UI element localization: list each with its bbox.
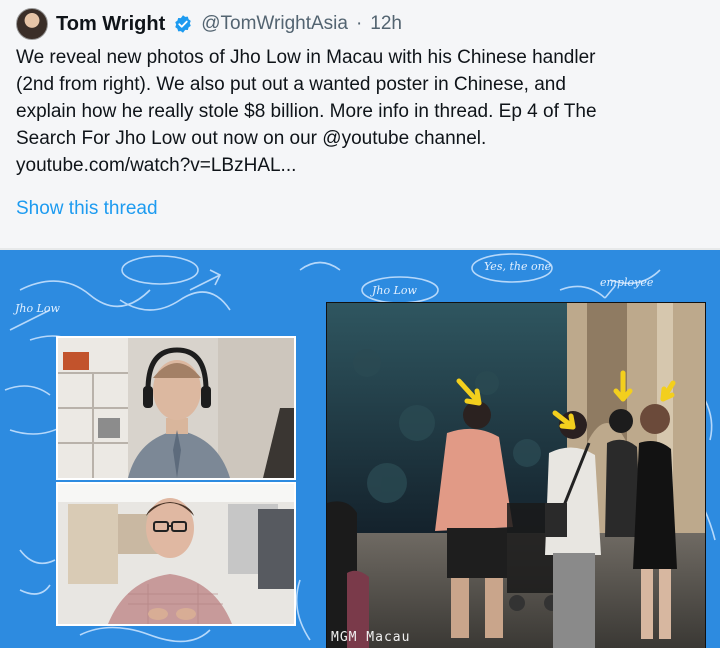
tweet-card[interactable]: Tom Wright @TomWrightAsia · 12h We revea… [0, 0, 720, 648]
tweet-text-line: explain how he really stole $8 billion. … [16, 101, 597, 122]
verified-badge-icon [175, 15, 191, 33]
show-thread-link[interactable]: Show this thread [16, 198, 158, 220]
author-avatar[interactable] [16, 8, 48, 40]
author-name[interactable]: Tom Wright [56, 13, 165, 36]
tweet-text-line: (2nd from right). We also put out a want… [16, 74, 566, 95]
video-call-participant-2 [56, 482, 296, 626]
tweet-link[interactable]: youtube.com/watch?v=LBzHAL... [16, 152, 706, 179]
tweet-text: We reveal new photos of Jho Low in Macau… [16, 44, 706, 179]
video-call-participant-1 [56, 336, 296, 480]
scribble-label: employee [600, 276, 654, 289]
macau-photo: MGM Macau [326, 302, 706, 648]
tweet-text-line: Search For Jho Low out now on our @youtu… [16, 128, 487, 149]
author-handle[interactable]: @TomWrightAsia [201, 13, 348, 35]
scribble-label: Jho Low [13, 302, 61, 315]
photo-watermark: MGM Macau [331, 630, 411, 645]
scribble-label: Yes, the one [484, 260, 552, 273]
scribble-label: Jho Low [370, 284, 418, 297]
tweet-text-line: We reveal new photos of Jho Low in Macau… [16, 47, 596, 68]
separator-dot: · [355, 13, 363, 34]
tweet-header: Tom Wright @TomWrightAsia · 12h [16, 8, 402, 40]
tweet-timestamp[interactable]: 12h [370, 13, 402, 35]
tweet-media-image[interactable]: Jho Low Jho Low Yes, the one employee MG… [0, 248, 720, 648]
